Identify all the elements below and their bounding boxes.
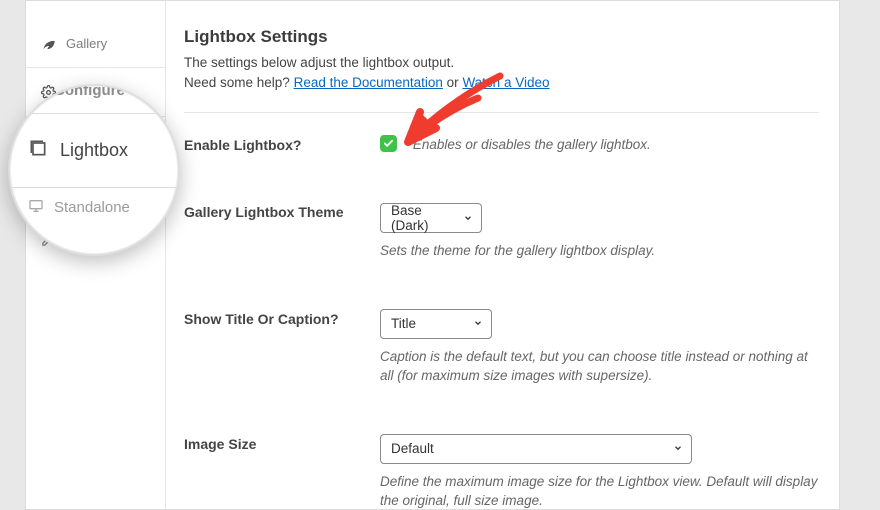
label-enable-lightbox: Enable Lightbox?: [184, 135, 380, 155]
desc-title-caption: Caption is the default text, but you can…: [380, 347, 819, 386]
lens-bot-label: Standalone: [54, 199, 130, 216]
row-image-size: Image Size Default Define the maximum im…: [184, 412, 819, 509]
row-theme: Gallery Lightbox Theme Base (Dark) Sets …: [184, 180, 819, 283]
page-subtitle-1: The settings below adjust the lightbox o…: [184, 53, 819, 73]
chevron-down-icon: [473, 316, 483, 331]
sidebar-item-gallery[interactable]: Gallery: [26, 23, 165, 63]
link-read-documentation[interactable]: Read the Documentation: [294, 75, 443, 90]
label-title-caption: Show Title Or Caption?: [184, 309, 380, 386]
lightbox-icon: [28, 138, 48, 163]
select-image-size-value: Default: [391, 441, 434, 456]
leaf-icon: [40, 35, 56, 51]
row-enable-lightbox: Enable Lightbox? Enables or disables the…: [184, 113, 819, 177]
select-title-caption[interactable]: Title: [380, 309, 492, 339]
page-title: Lightbox Settings: [184, 27, 819, 47]
standalone-icon: [28, 198, 44, 218]
row-title-caption: Show Title Or Caption? Title Caption is …: [184, 287, 819, 408]
select-theme[interactable]: Base (Dark): [380, 203, 482, 233]
settings-main: Lightbox Settings The settings below adj…: [166, 1, 839, 509]
chevron-down-icon: [673, 441, 683, 456]
lens-mid-label: Lightbox: [60, 140, 128, 161]
checkbox-enable-lightbox[interactable]: [380, 135, 397, 152]
page-subtitle-2: Need some help? Read the Documentation o…: [184, 73, 819, 93]
desc-theme: Sets the theme for the gallery lightbox …: [380, 241, 819, 261]
magnifier-lens: Configure Lightbox Standalone: [8, 84, 180, 256]
label-image-size: Image Size: [184, 434, 380, 509]
select-theme-value: Base (Dark): [391, 203, 453, 233]
desc-image-size: Define the maximum image size for the Li…: [380, 472, 819, 509]
select-image-size[interactable]: Default: [380, 434, 692, 464]
desc-enable-lightbox: Enables or disables the gallery lightbox…: [413, 137, 651, 152]
label-theme: Gallery Lightbox Theme: [184, 202, 380, 261]
link-watch-video[interactable]: Watch a Video: [462, 75, 549, 90]
sidebar-item-label: Gallery: [66, 36, 107, 51]
chevron-down-icon: [463, 211, 473, 226]
select-title-caption-value: Title: [391, 316, 416, 331]
